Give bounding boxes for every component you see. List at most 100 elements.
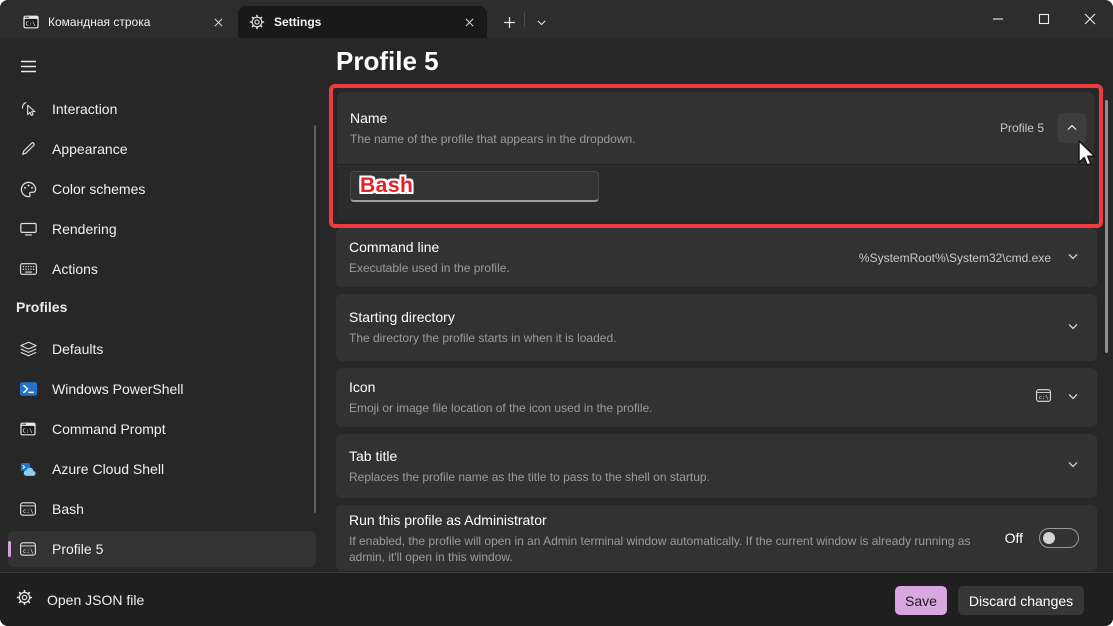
sidebar-item-windows-powershell[interactable]: Windows PowerShell	[8, 371, 316, 407]
chevron-down-icon[interactable]	[1067, 319, 1079, 337]
collapse-button[interactable]	[1058, 113, 1086, 143]
svg-text:C:\: C:\	[23, 428, 33, 434]
setting-card-tab-title[interactable]: Tab title Replaces the profile name as t…	[336, 434, 1097, 498]
terminal-window-icon: c:\	[18, 502, 38, 516]
setting-description: Emoji or image file location of the icon…	[349, 400, 1024, 416]
minimize-button[interactable]	[975, 0, 1021, 38]
chevron-down-icon[interactable]	[1067, 249, 1079, 267]
tab-dropdown-button[interactable]	[528, 9, 554, 35]
sidebar-item-label: Windows PowerShell	[52, 381, 184, 397]
gear-icon	[16, 589, 33, 611]
setting-description: The directory the profile starts in when…	[349, 330, 1055, 346]
setting-description: Executable used in the profile.	[349, 260, 847, 276]
setting-card-name: Name The name of the profile that appear…	[337, 92, 1094, 220]
tab-command-prompt[interactable]: C:\ Командная строка	[12, 6, 236, 38]
terminal-settings-window: C:\ Командная строка	[0, 0, 1113, 626]
name-input[interactable]: Bash	[350, 171, 599, 202]
sidebar-item-label: Command Prompt	[52, 421, 166, 437]
setting-current-value: Profile 5	[1000, 121, 1044, 135]
chevron-down-icon[interactable]	[1067, 389, 1079, 407]
interaction-icon	[18, 101, 38, 118]
svg-text:c:\: c:\	[23, 508, 34, 515]
actions-icon	[18, 263, 38, 275]
setting-label: Icon	[349, 379, 1024, 395]
sidebar-item-label: Bash	[52, 501, 84, 517]
sidebar-item-label: Defaults	[52, 341, 103, 357]
layers-icon	[18, 341, 38, 357]
new-tab-button[interactable]	[496, 9, 522, 35]
profiles-section-header: Profiles	[16, 299, 67, 315]
sidebar-item-interaction[interactable]: Interaction	[8, 91, 316, 127]
setting-label: Starting directory	[349, 309, 1055, 325]
profile-icon-preview: c:\	[1036, 389, 1051, 407]
gear-icon	[249, 14, 265, 30]
sidebar-item-label: Interaction	[52, 101, 117, 117]
page-title: Profile 5	[336, 46, 439, 77]
sidebar-item-bash[interactable]: c:\ Bash	[8, 491, 316, 527]
setting-description: Replaces the profile name as the title t…	[349, 469, 1055, 485]
sidebar-item-profile-5[interactable]: c:\ Profile 5	[8, 531, 316, 567]
sidebar-item-azure-cloud-shell[interactable]: Azure Cloud Shell	[8, 451, 316, 487]
setting-card-icon[interactable]: Icon Emoji or image file location of the…	[336, 368, 1097, 427]
close-button[interactable]	[1067, 0, 1113, 38]
setting-label: Command line	[349, 239, 847, 255]
titlebar: C:\ Командная строка	[0, 0, 1113, 38]
terminal-window-icon: c:\	[18, 542, 38, 556]
setting-current-value: %SystemRoot%\System32\cmd.exe	[859, 251, 1051, 265]
setting-label: Run this profile as Administrator	[349, 512, 993, 528]
sidebar-scrollbar[interactable]	[314, 125, 316, 513]
setting-label: Tab title	[349, 448, 1055, 464]
run-as-admin-toggle[interactable]	[1039, 528, 1079, 548]
content-scrollbar[interactable]	[1105, 100, 1108, 353]
tab-label: Settings	[274, 15, 460, 29]
tab-label: Командная строка	[48, 15, 209, 29]
open-json-file-button[interactable]: Open JSON file	[8, 583, 154, 617]
tab-close-icon[interactable]	[460, 13, 478, 31]
nav-menu-button[interactable]	[8, 49, 48, 83]
setting-card-starting-directory[interactable]: Starting directory The directory the pro…	[336, 294, 1097, 361]
toggle-knob	[1043, 532, 1055, 544]
powershell-icon	[18, 382, 38, 396]
name-input-value-annotation: Bash	[360, 174, 413, 198]
setting-card-command-line[interactable]: Command line Executable used in the prof…	[336, 228, 1097, 287]
maximize-button[interactable]	[1021, 0, 1067, 38]
sidebar-item-label: Profile 5	[52, 541, 103, 557]
setting-label: Name	[350, 110, 1000, 126]
svg-text:c:\: c:\	[1039, 395, 1049, 401]
open-json-file-label: Open JSON file	[47, 592, 144, 608]
mouse-cursor	[1077, 140, 1097, 173]
command-prompt-icon: C:\	[18, 422, 38, 436]
name-expander-header[interactable]: Name The name of the profile that appear…	[337, 92, 1094, 164]
sidebar-item-appearance[interactable]: Appearance	[8, 131, 316, 167]
toggle-state-label: Off	[1005, 530, 1023, 546]
rendering-icon	[18, 222, 38, 236]
chevron-down-icon[interactable]	[1067, 457, 1079, 475]
sidebar-item-actions[interactable]: Actions	[8, 251, 316, 287]
selected-indicator	[8, 541, 11, 557]
sidebar-item-command-prompt[interactable]: C:\ Command Prompt	[8, 411, 316, 447]
sidebar-item-label: Azure Cloud Shell	[52, 461, 164, 477]
save-button[interactable]: Save	[895, 586, 947, 615]
tab-settings[interactable]: Settings	[238, 6, 487, 38]
color-schemes-icon	[18, 181, 38, 198]
sidebar-item-defaults[interactable]: Defaults	[8, 331, 316, 367]
sidebar-item-label: Rendering	[52, 221, 117, 237]
setting-card-run-as-admin: Run this profile as Administrator If ena…	[336, 505, 1097, 571]
appearance-icon	[18, 141, 38, 157]
svg-text:c:\: c:\	[23, 548, 34, 555]
azure-cloud-icon	[18, 462, 38, 477]
tab-close-icon[interactable]	[209, 13, 227, 31]
name-expander-content: Bash	[337, 164, 1094, 219]
sidebar-item-label: Actions	[52, 261, 98, 277]
sidebar-item-color-schemes[interactable]: Color schemes	[8, 171, 316, 207]
setting-description: If enabled, the profile will open in an …	[349, 533, 984, 565]
footer-bar: Open JSON file Save Discard changes	[0, 572, 1113, 626]
tab-bar-divider	[524, 12, 525, 27]
svg-text:C:\: C:\	[26, 21, 36, 27]
sidebar-item-rendering[interactable]: Rendering	[8, 211, 316, 247]
sidebar-item-label: Color schemes	[52, 181, 145, 197]
sidebar-item-label: Appearance	[52, 141, 128, 157]
setting-description: The name of the profile that appears in …	[350, 131, 1000, 147]
discard-changes-button[interactable]: Discard changes	[958, 586, 1084, 615]
command-prompt-icon: C:\	[23, 15, 39, 29]
